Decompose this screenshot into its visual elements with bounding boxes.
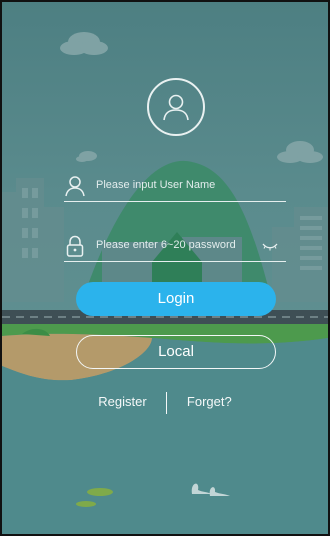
user-icon [65, 176, 85, 197]
links-divider [166, 392, 168, 414]
password-placeholder: Please enter 6~20 password [96, 239, 236, 251]
password-field[interactable]: Please enter 6~20 password [64, 232, 286, 262]
local-button[interactable]: Local [76, 335, 276, 369]
username-placeholder: Please input User Name [96, 179, 216, 191]
login-screen: Please input User Name Please enter 6~20… [0, 0, 330, 536]
user-avatar-icon [163, 94, 189, 121]
username-field[interactable]: Please input User Name [64, 172, 286, 202]
forget-password-link[interactable]: Forget? [187, 394, 232, 409]
login-button[interactable]: Login [76, 282, 276, 316]
cloud-right [277, 141, 323, 163]
lock-icon [66, 235, 84, 257]
account-links: Register Forget? [2, 392, 328, 414]
lily-pad [87, 488, 113, 496]
register-link[interactable]: Register [98, 394, 146, 409]
cloud-top-left [60, 32, 108, 55]
lily-pad [76, 501, 96, 507]
eye-closed-icon[interactable] [262, 240, 278, 252]
cloud-small [76, 151, 97, 162]
avatar [147, 78, 205, 136]
